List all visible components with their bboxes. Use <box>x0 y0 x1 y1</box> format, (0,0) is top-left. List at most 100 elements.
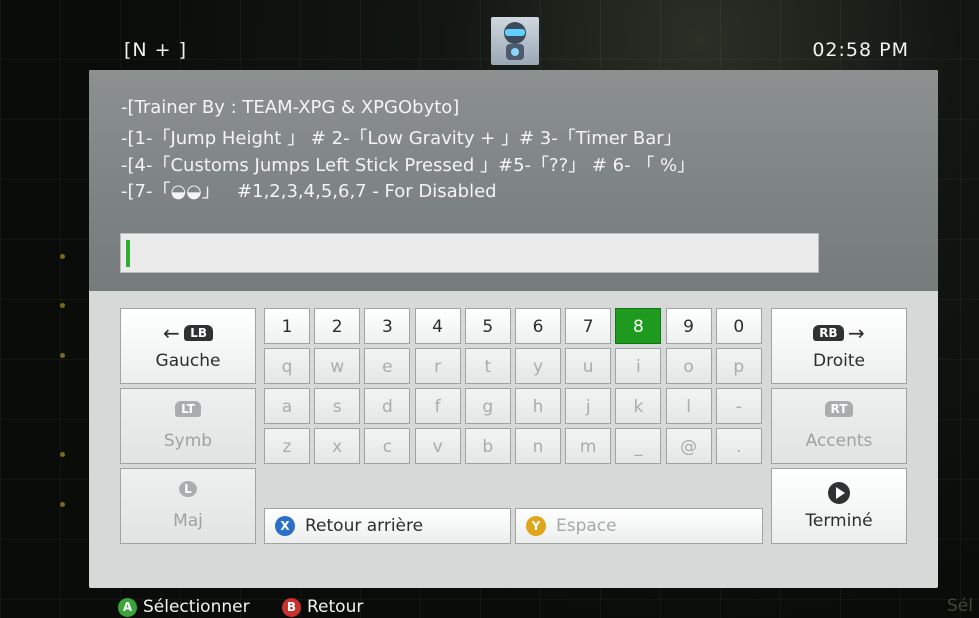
key-char: 4 <box>432 317 443 337</box>
key-9[interactable]: 9 <box>665 308 712 344</box>
key-char: q <box>281 357 293 377</box>
text-caret <box>126 240 130 267</box>
key-char: _ <box>634 437 643 457</box>
message-panel: -[Trainer By : TEAM-XPG & XPGObyto] -[1-… <box>89 70 938 291</box>
space-key[interactable]: Y Espace <box>515 508 763 544</box>
key-m[interactable]: m <box>565 428 612 464</box>
key-char: 6 <box>532 317 544 337</box>
backspace-key[interactable]: X Retour arrière <box>264 508 511 544</box>
key-o[interactable]: o <box>665 348 712 384</box>
select-hint: A Sélectionner <box>118 597 250 617</box>
key-4[interactable]: 4 <box>414 308 461 344</box>
key-char: w <box>330 357 345 377</box>
key-p[interactable]: p <box>715 348 762 384</box>
key-q[interactable]: q <box>264 348 310 384</box>
key-w[interactable]: w <box>314 348 361 384</box>
key-char: 9 <box>683 317 694 337</box>
key-char: k <box>633 397 644 417</box>
accents-key[interactable]: RT Accents <box>771 388 907 464</box>
rb-badge: RB <box>813 325 844 341</box>
key-5[interactable]: 5 <box>464 308 511 344</box>
key-r[interactable]: r <box>414 348 461 384</box>
maj-key[interactable]: L Maj <box>120 468 256 544</box>
key-b[interactable]: b <box>464 428 511 464</box>
x-button-icon: X <box>275 516 295 536</box>
key-char: n <box>532 437 544 457</box>
key-char: 5 <box>482 317 494 337</box>
key-u[interactable]: u <box>565 348 612 384</box>
key-n[interactable]: n <box>515 428 561 464</box>
key-0[interactable]: 0 <box>715 308 762 344</box>
key-char: a <box>281 397 293 417</box>
key-char: - <box>735 397 742 417</box>
key-i[interactable]: i <box>615 348 662 384</box>
background-dot <box>60 303 65 308</box>
key-period[interactable]: . <box>715 428 762 464</box>
gauche-key[interactable]: ← LB Gauche <box>120 308 256 384</box>
key-y[interactable]: y <box>515 348 561 384</box>
symb-key[interactable]: LT Symb <box>120 388 256 464</box>
background-dot <box>60 502 65 507</box>
key-e[interactable]: e <box>364 348 411 384</box>
key-char: g <box>482 397 494 417</box>
y-button-icon: Y <box>526 516 546 536</box>
key-char: z <box>282 437 292 457</box>
termine-key[interactable]: Terminé <box>771 468 907 544</box>
key-8[interactable]: 8 <box>615 308 662 344</box>
key-c[interactable]: c <box>364 428 411 464</box>
key-char: f <box>434 397 441 417</box>
key-at[interactable]: @ <box>665 428 712 464</box>
key-char: l <box>686 397 691 417</box>
key-7[interactable]: 7 <box>565 308 612 344</box>
key-char: 3 <box>381 317 393 337</box>
rt-badge: RT <box>824 401 854 417</box>
key-char: @ <box>680 437 698 457</box>
key-char: . <box>736 437 742 457</box>
key-char: e <box>382 357 393 377</box>
key-char: j <box>585 397 591 417</box>
key-char: c <box>382 437 393 457</box>
gamertag-label: [N + ] <box>124 39 188 61</box>
background-dot <box>60 452 65 457</box>
virtual-keyboard-dialog: -[Trainer By : TEAM-XPG & XPGObyto] -[1-… <box>89 70 938 588</box>
clock-time: 02:58 PM <box>812 39 909 61</box>
key-l[interactable]: l <box>665 388 712 424</box>
back-hint-label: Retour <box>307 597 364 617</box>
key-t[interactable]: t <box>464 348 511 384</box>
key-h[interactable]: h <box>515 388 561 424</box>
key-char: x <box>332 437 343 457</box>
key-s[interactable]: s <box>314 388 361 424</box>
key-char: 7 <box>582 317 594 337</box>
text-input-field[interactable] <box>120 233 819 273</box>
key-char: 1 <box>281 317 293 337</box>
key-6[interactable]: 6 <box>515 308 561 344</box>
key-1[interactable]: 1 <box>264 308 310 344</box>
droite-key[interactable]: RB → Droite <box>771 308 907 384</box>
key-k[interactable]: k <box>615 388 662 424</box>
key-char: h <box>532 397 544 417</box>
key-v[interactable]: v <box>414 428 461 464</box>
lt-badge: LT <box>175 401 201 417</box>
key-char: m <box>579 437 597 457</box>
key-f[interactable]: f <box>414 388 461 424</box>
key-2[interactable]: 2 <box>314 308 361 344</box>
select-hint-label: Sélectionner <box>143 597 250 617</box>
key-hyphen[interactable]: - <box>715 388 762 424</box>
key-3[interactable]: 3 <box>364 308 411 344</box>
background-dot <box>60 254 65 259</box>
key-char: p <box>733 357 745 377</box>
key-z[interactable]: z <box>264 428 310 464</box>
key-d[interactable]: d <box>364 388 411 424</box>
b-button-icon: B <box>282 597 301 617</box>
ls-badge: L <box>179 481 197 497</box>
key-x[interactable]: x <box>314 428 361 464</box>
gauche-label: Gauche <box>155 351 221 371</box>
key-a[interactable]: a <box>264 388 310 424</box>
key-g[interactable]: g <box>464 388 511 424</box>
key-underscore[interactable]: _ <box>615 428 662 464</box>
termine-label: Terminé <box>805 511 873 531</box>
key-j[interactable]: j <box>565 388 612 424</box>
gamerpic-avatar <box>491 17 539 65</box>
key-char: d <box>381 397 393 417</box>
key-char: 0 <box>733 317 745 337</box>
